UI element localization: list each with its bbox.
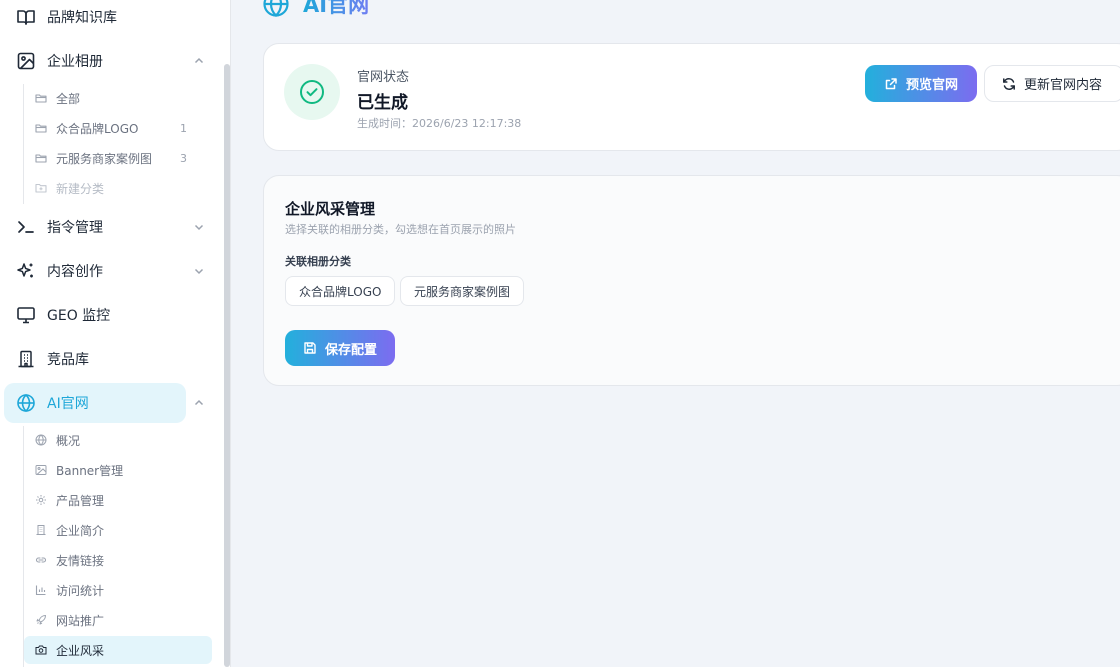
sidebar-item-album[interactable]: 企业相册 [4, 41, 204, 81]
ai-site-item-banner[interactable]: Banner管理 [24, 456, 212, 484]
monitor-icon [17, 307, 35, 324]
sparkles-icon [17, 263, 33, 278]
ai-site-item-links[interactable]: 友情链接 [24, 546, 212, 574]
globe-icon [35, 434, 47, 446]
external-link-icon [885, 77, 897, 89]
ai-site-item-label: 产品管理 [56, 493, 105, 508]
category-field-label: 关联相册分类 [285, 255, 351, 268]
status-label: 官网状态 [357, 70, 410, 85]
page-header: AI官网 [262, 0, 369, 20]
album-item-count: 3 [180, 151, 187, 165]
album-item-count: 1 [180, 121, 187, 135]
sidebar-item-label: 指令管理 [47, 220, 103, 236]
category-chip-merchant-cases[interactable]: 元服务商家案例图 [400, 276, 525, 306]
section-title: 企业风采管理 [285, 200, 376, 218]
globe-icon [263, 0, 289, 18]
ai-site-item-label: 企业简介 [56, 523, 105, 538]
section-description: 选择关联的相册分类，勾选想在首页展示的照片 [285, 223, 516, 236]
book-open-icon [17, 10, 35, 25]
ai-site-item-label: 访问统计 [56, 583, 105, 598]
building-icon [36, 525, 46, 535]
album-item-label: 新建分类 [56, 181, 105, 196]
ai-site-item-overview[interactable]: 概况 [24, 426, 212, 454]
preview-site-label: 预览官网 [905, 78, 958, 93]
generated-time: 生成时间：2026/6/23 12:17:38 [357, 117, 522, 130]
sidebar: 品牌知识库 企业相册 全部 众合品牌LOGO 1 元服务商家案例图 3 新建分类… [0, 0, 231, 667]
sidebar-item-competitors[interactable]: 竞品库 [4, 339, 186, 379]
sidebar-item-knowledge-base[interactable]: 品牌知识库 [4, 0, 186, 37]
ai-site-item-label: 网站推广 [56, 613, 105, 628]
album-item-label: 众合品牌LOGO [56, 121, 139, 136]
gear-icon [36, 495, 46, 505]
album-item-brand-logo[interactable]: 众合品牌LOGO 1 [24, 114, 212, 142]
ai-site-item-label: 概况 [56, 433, 81, 448]
terminal-icon [18, 221, 34, 233]
chevron-up-icon [194, 399, 204, 406]
album-item-all[interactable]: 全部 [24, 84, 212, 112]
folder-open-icon [35, 94, 47, 103]
page-title: AI官网 [303, 0, 369, 19]
bar-chart-icon [35, 585, 46, 596]
folder-open-icon [35, 124, 47, 133]
sidebar-item-label: 企业相册 [47, 54, 103, 70]
ai-site-item-stats[interactable]: 访问统计 [24, 576, 212, 604]
sidebar-item-label: 品牌知识库 [47, 10, 117, 26]
sidebar-item-label: 竞品库 [47, 352, 89, 368]
album-item-label: 元服务商家案例图 [56, 151, 153, 166]
folder-open-icon [35, 154, 47, 163]
sidebar-item-label: 内容创作 [47, 264, 103, 280]
camera-icon [35, 645, 47, 655]
refresh-site-button[interactable]: 更新官网内容 [984, 65, 1120, 102]
sidebar-item-ai-site[interactable]: AI官网 [4, 383, 204, 423]
save-config-button[interactable]: 保存配置 [285, 330, 395, 366]
refresh-site-label: 更新官网内容 [1024, 78, 1103, 93]
save-config-label: 保存配置 [324, 342, 377, 358]
ai-site-item-company-intro[interactable]: 企业简介 [24, 516, 212, 544]
sidebar-item-content[interactable]: 内容创作 [4, 251, 204, 291]
rocket-icon [36, 615, 46, 625]
chevron-down-icon [194, 268, 204, 275]
category-chip-brand-logo[interactable]: 众合品牌LOGO [285, 276, 396, 306]
site-status-card: 官网状态 已生成 生成时间：2026/6/23 12:17:38 预览官网 更新… [263, 43, 1120, 151]
check-circle-icon [300, 80, 324, 104]
sidebar-item-label: AI官网 [47, 396, 89, 412]
status-indicator [284, 64, 340, 120]
ai-site-item-promotion[interactable]: 网站推广 [24, 606, 212, 634]
status-value: 已生成 [357, 93, 408, 113]
album-item-new-category[interactable]: 新建分类 [24, 174, 212, 202]
refresh-icon [1003, 77, 1015, 90]
corporate-style-card: 企业风采管理 选择关联的相册分类，勾选想在首页展示的照片 关联相册分类 众合品牌… [263, 175, 1120, 386]
image-icon [17, 52, 35, 70]
sidebar-item-commands[interactable]: 指令管理 [4, 207, 204, 247]
building-icon [18, 350, 34, 368]
album-item-label: 全部 [56, 91, 81, 106]
ai-site-item-label: 友情链接 [56, 553, 105, 568]
globe-icon [17, 393, 35, 413]
ai-site-item-label: Banner管理 [56, 463, 124, 478]
sidebar-scrollbar[interactable] [224, 64, 230, 667]
album-item-merchant-cases[interactable]: 元服务商家案例图 3 [24, 144, 212, 172]
image-icon [35, 465, 47, 475]
sidebar-item-label: GEO 监控 [47, 308, 111, 324]
chevron-down-icon [194, 224, 204, 231]
save-icon [304, 342, 316, 354]
ai-site-item-products[interactable]: 产品管理 [24, 486, 212, 514]
sidebar-item-geo[interactable]: GEO 监控 [4, 295, 186, 335]
preview-site-button[interactable]: 预览官网 [865, 65, 977, 102]
ai-site-item-label: 企业风采 [56, 643, 105, 658]
ai-site-item-corporate-style[interactable]: 企业风采 [24, 636, 212, 664]
chevron-up-icon [194, 57, 204, 64]
link-icon [35, 557, 47, 563]
folder-plus-icon [35, 183, 47, 193]
